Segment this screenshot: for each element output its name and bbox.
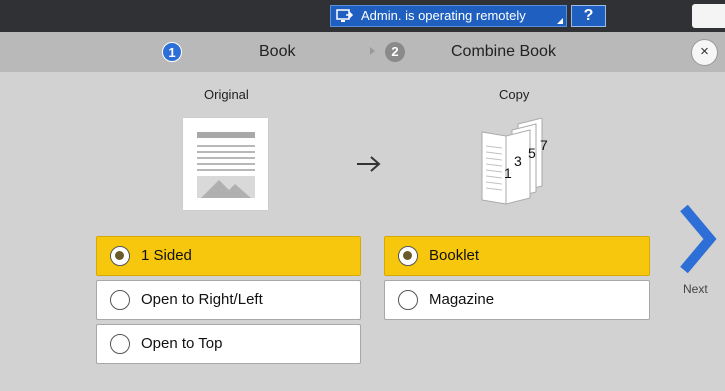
booklet-copy-icon: 1 3 5 7 xyxy=(478,117,558,218)
radio-icon xyxy=(398,246,418,266)
radio-icon xyxy=(110,334,130,354)
energy-saver-button[interactable] xyxy=(692,4,725,28)
option-label: Open to Top xyxy=(141,335,223,352)
original-title: Original xyxy=(204,87,249,102)
expand-corner-icon xyxy=(557,18,563,24)
chevron-right-icon xyxy=(680,204,717,274)
step-1-label: Book xyxy=(259,43,296,60)
original-document-icon xyxy=(183,118,268,210)
page-number-7: 7 xyxy=(540,137,548,153)
step-header: 1 Book 2 Combine Book xyxy=(0,32,725,72)
option-open-to-top[interactable]: Open to Top xyxy=(96,324,361,364)
remote-status-text: Admin. is operating remotely xyxy=(361,8,526,23)
step-1-indicator: 1 xyxy=(162,42,182,62)
option-magazine[interactable]: Magazine xyxy=(384,280,650,320)
option-label: Booklet xyxy=(429,247,480,264)
option-1-sided[interactable]: 1 Sided xyxy=(96,236,361,276)
copy-title: Copy xyxy=(499,87,530,102)
remote-operation-status[interactable]: Admin. is operating remotely xyxy=(330,5,567,27)
moon-icon xyxy=(705,9,712,23)
page-number-3: 3 xyxy=(514,153,522,169)
option-label: Open to Right/Left xyxy=(141,291,263,308)
radio-icon xyxy=(110,246,130,266)
page-number-5: 5 xyxy=(528,145,536,161)
radio-icon xyxy=(110,290,130,310)
close-button[interactable]: × xyxy=(691,39,718,66)
option-open-right-left[interactable]: Open to Right/Left xyxy=(96,280,361,320)
option-label: 1 Sided xyxy=(141,247,192,264)
radio-icon xyxy=(398,290,418,310)
step-2-indicator: 2 xyxy=(385,42,405,62)
top-status-bar: Admin. is operating remotely ? xyxy=(0,0,725,32)
conversion-arrow-icon xyxy=(355,154,383,179)
remote-monitor-icon xyxy=(336,9,354,30)
step-2-label: Combine Book xyxy=(451,43,556,60)
next-label: Next xyxy=(683,282,708,296)
option-booklet[interactable]: Booklet xyxy=(384,236,650,276)
help-button[interactable]: ? xyxy=(571,5,606,27)
step-separator-icon xyxy=(370,47,375,55)
option-label: Magazine xyxy=(429,291,495,308)
page-number-1: 1 xyxy=(504,165,512,181)
